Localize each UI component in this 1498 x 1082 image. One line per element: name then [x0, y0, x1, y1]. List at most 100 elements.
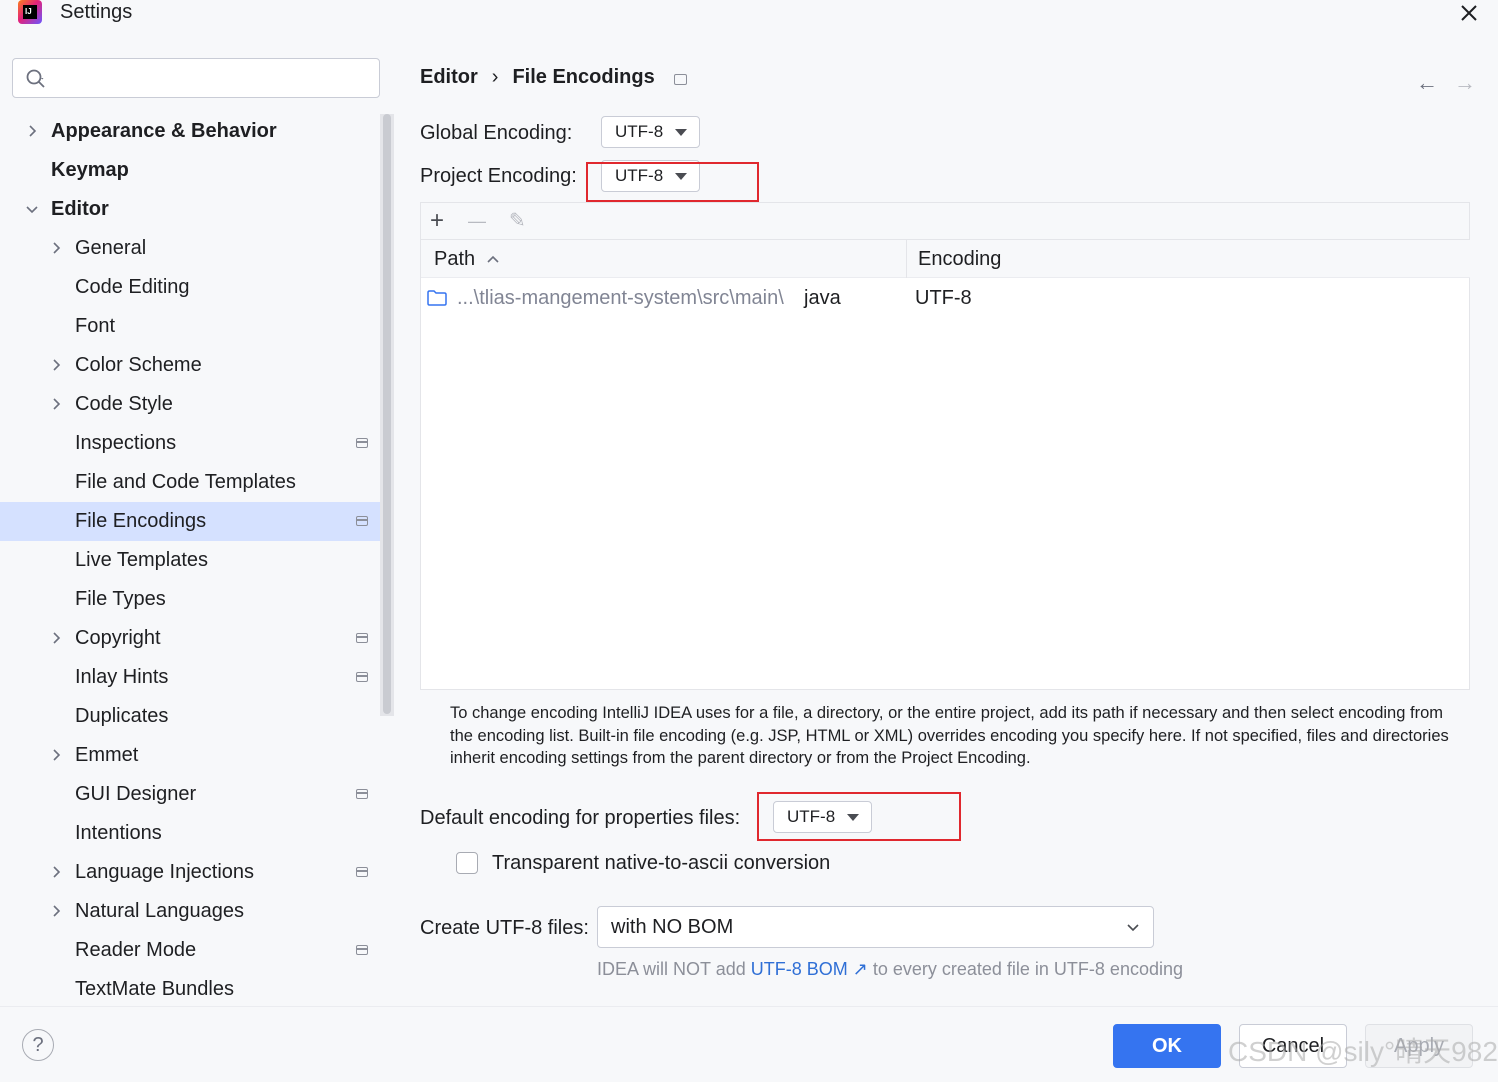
watermark: CSDN @sily°晴天982 [1228, 1036, 1498, 1067]
sidebar-item-appearance-behavior[interactable]: Appearance & Behavior [0, 112, 394, 151]
sidebar-item-natural-languages[interactable]: Natural Languages [0, 892, 394, 931]
breadcrumb: Editor › File Encodings [420, 66, 655, 89]
sidebar-item-label: TextMate Bundles [75, 978, 234, 1000]
project-level-icon [356, 633, 368, 643]
global-encoding-label: Global Encoding: [420, 122, 573, 144]
sidebar-item-editor[interactable]: Editor [0, 190, 394, 229]
sidebar-item-emmet[interactable]: Emmet [0, 736, 394, 775]
sidebar-item-code-style[interactable]: Code Style [0, 385, 394, 424]
sidebar-item-label: File and Code Templates [75, 471, 296, 493]
folder-icon [427, 290, 447, 306]
bom-hint-prefix: IDEA will NOT add [597, 959, 751, 979]
create-utf8-combo[interactable]: with NO BOM [597, 906, 1154, 948]
settings-sidebar: Appearance & Behavior Keymap Editor General… [0, 42, 394, 1006]
path-encoding-table: + — ✎ Path Encoding ...\tlias-mangement-… [420, 202, 1470, 690]
row-encoding: UTF-8 [915, 287, 972, 309]
sidebar-item-label: Inspections [75, 432, 177, 454]
sidebar-item-keymap[interactable]: Keymap [0, 151, 394, 190]
column-header-encoding[interactable]: Encoding [907, 240, 1470, 278]
table-row[interactable]: ...\tlias-mangement-system\src\main\ jav… [421, 279, 1469, 317]
sidebar-item-label: Copyright [75, 627, 161, 649]
sidebar-item-label: Font [75, 315, 116, 337]
sidebar-item-label: Inlay Hints [75, 666, 169, 688]
project-level-icon [356, 945, 368, 955]
sidebar-item-duplicates[interactable]: Duplicates [0, 697, 394, 736]
project-level-icon [356, 672, 368, 682]
column-header-path-label: Path [434, 248, 476, 270]
forward-arrow-icon[interactable]: → [1454, 70, 1476, 96]
sidebar-item-intentions[interactable]: Intentions [0, 814, 394, 853]
sidebar-item-label: General [75, 237, 147, 259]
breadcrumb-separator: › [491, 66, 499, 88]
sidebar-item-reader-mode[interactable]: Reader Mode [0, 931, 394, 970]
help-button[interactable]: ? [22, 1029, 54, 1061]
bom-hint: IDEA will NOT add UTF-8 BOM ↗ to every c… [597, 959, 1183, 980]
sidebar-item-label: Language Injections [75, 861, 255, 883]
ok-button[interactable]: OK [1113, 1024, 1221, 1068]
create-utf8-label: Create UTF-8 files: [420, 917, 589, 939]
sidebar-item-language-injections[interactable]: Language Injections [0, 853, 394, 892]
sidebar-item-label: Keymap [51, 159, 129, 181]
chevron-right-icon[interactable] [50, 359, 62, 371]
chevron-down-icon [1127, 924, 1139, 932]
native-to-ascii-checkbox[interactable] [456, 852, 478, 874]
intellij-logo-icon: IJ [18, 0, 42, 24]
sidebar-item-inspections[interactable]: Inspections [0, 424, 394, 463]
back-arrow-icon[interactable]: ← [1416, 70, 1438, 96]
sidebar-scrollbar[interactable] [380, 114, 394, 716]
sidebar-item-label: File Encodings [75, 510, 207, 532]
sidebar-item-label: Appearance & Behavior [51, 120, 277, 142]
sidebar-item-file-and-code-templates[interactable]: File and Code Templates [0, 463, 394, 502]
sidebar-item-file-encodings[interactable]: File Encodings [0, 502, 394, 541]
highlight-box [586, 162, 759, 202]
project-level-icon [356, 516, 368, 526]
chevron-right-icon[interactable] [50, 866, 62, 878]
create-utf8-value: with NO BOM [611, 916, 734, 938]
chevron-right-icon[interactable] [50, 905, 62, 917]
sort-ascending-icon [487, 255, 499, 263]
edit-icon[interactable]: ✎ [509, 209, 526, 233]
chevron-right-icon[interactable] [50, 398, 62, 410]
sidebar-item-label: Live Templates [75, 549, 209, 571]
project-encoding-label: Project Encoding: [420, 165, 577, 187]
sidebar-item-color-scheme[interactable]: Color Scheme [0, 346, 394, 385]
global-encoding-combo[interactable]: UTF-8 [601, 116, 700, 148]
sidebar-item-live-templates[interactable]: Live Templates [0, 541, 394, 580]
sidebar-item-textmate-bundles[interactable]: TextMate Bundles [0, 970, 394, 1009]
properties-encoding-label: Default encoding for properties files: [420, 807, 741, 829]
sidebar-item-file-types[interactable]: File Types [0, 580, 394, 619]
chevron-right-icon[interactable] [26, 125, 38, 137]
sidebar-item-label: Code Editing [75, 276, 190, 298]
sidebar-item-label: Color Scheme [75, 354, 202, 376]
close-icon[interactable] [1458, 2, 1480, 24]
chevron-right-icon[interactable] [50, 242, 62, 254]
sidebar-item-label: Natural Languages [75, 900, 245, 922]
remove-icon[interactable]: — [468, 209, 486, 233]
breadcrumb-current: File Encodings [512, 66, 655, 88]
sidebar-scroll-thumb[interactable] [383, 114, 391, 714]
sidebar-item-label: Intentions [75, 822, 162, 844]
sidebar-item-label: Reader Mode [75, 939, 197, 961]
sidebar-item-label: File Types [75, 588, 166, 610]
column-header-path[interactable]: Path [421, 240, 906, 278]
utf8-bom-link-label: UTF-8 BOM [750, 959, 848, 979]
sidebar-item-general[interactable]: General [0, 229, 394, 268]
project-level-icon [356, 438, 368, 448]
sidebar-item-copyright[interactable]: Copyright [0, 619, 394, 658]
sidebar-item-font[interactable]: Font [0, 307, 394, 346]
chevron-down-icon[interactable] [26, 203, 38, 215]
chevron-right-icon[interactable] [50, 749, 62, 761]
sidebar-item-label: Code Style [75, 393, 173, 415]
native-to-ascii-label[interactable]: Transparent native-to-ascii conversion [492, 852, 830, 875]
sidebar-item-code-editing[interactable]: Code Editing [0, 268, 394, 307]
settings-search-input[interactable] [12, 58, 380, 98]
sidebar-item-gui-designer[interactable]: GUI Designer [0, 775, 394, 814]
encoding-info-text: To change encoding IntelliJ IDEA uses fo… [450, 704, 1449, 767]
breadcrumb-parent[interactable]: Editor [420, 66, 478, 88]
sidebar-item-inlay-hints[interactable]: Inlay Hints [0, 658, 394, 697]
title-bar: IJ Settings [0, 0, 1498, 42]
chevron-right-icon[interactable] [50, 632, 62, 644]
utf8-bom-link[interactable]: UTF-8 BOM ↗ [751, 959, 868, 979]
add-icon[interactable]: + [430, 209, 444, 233]
search-icon [26, 69, 45, 88]
